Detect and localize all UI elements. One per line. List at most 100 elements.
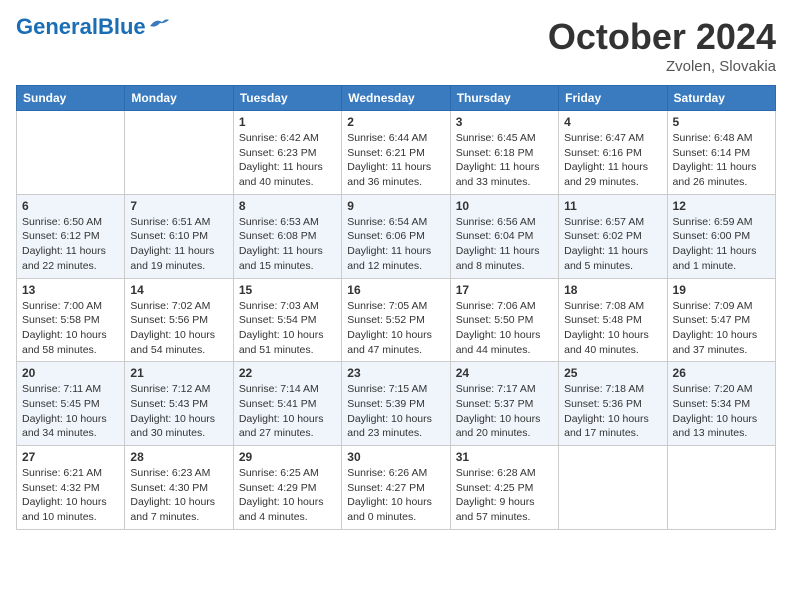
day-info: Sunrise: 7:15 AM Sunset: 5:39 PM Dayligh… (347, 382, 444, 441)
column-header-tuesday: Tuesday (233, 86, 341, 111)
day-info: Sunrise: 6:51 AM Sunset: 6:10 PM Dayligh… (130, 215, 227, 274)
day-number: 4 (564, 115, 661, 129)
day-number: 29 (239, 450, 336, 464)
calendar-cell: 17 Sunrise: 7:06 AM Sunset: 5:50 PM Dayli… (450, 278, 558, 362)
month-title: October 2024 (548, 16, 776, 58)
day-number: 13 (22, 283, 119, 297)
day-info: Sunrise: 7:18 AM Sunset: 5:36 PM Dayligh… (564, 382, 661, 441)
day-number: 3 (456, 115, 553, 129)
calendar-cell: 14 Sunrise: 7:02 AM Sunset: 5:56 PM Dayli… (125, 278, 233, 362)
calendar-week-row: 1 Sunrise: 6:42 AM Sunset: 6:23 PM Daylig… (17, 111, 776, 195)
day-info: Sunrise: 7:20 AM Sunset: 5:34 PM Dayligh… (673, 382, 770, 441)
calendar-cell (667, 446, 775, 530)
day-number: 18 (564, 283, 661, 297)
day-number: 7 (130, 199, 227, 213)
calendar-header-row: SundayMondayTuesdayWednesdayThursdayFrid… (17, 86, 776, 111)
calendar-cell: 27Sunrise: 6:21 AM Sunset: 4:32 PM Dayli… (17, 446, 125, 530)
calendar-cell: 29 Sunrise: 6:25 AM Sunset: 4:29 PM Dayli… (233, 446, 341, 530)
day-info: Sunrise: 7:03 AM Sunset: 5:54 PM Dayligh… (239, 299, 336, 358)
calendar-cell: 28 Sunrise: 6:23 AM Sunset: 4:30 PM Dayli… (125, 446, 233, 530)
day-info: Sunrise: 7:00 AM Sunset: 5:58 PM Dayligh… (22, 299, 119, 358)
day-number: 1 (239, 115, 336, 129)
column-header-sunday: Sunday (17, 86, 125, 111)
logo-bird-icon (148, 16, 170, 34)
day-info: Sunrise: 6:44 AM Sunset: 6:21 PM Dayligh… (347, 131, 444, 190)
day-info: Sunrise: 6:26 AM Sunset: 4:27 PM Dayligh… (347, 466, 444, 525)
calendar-cell: 16 Sunrise: 7:05 AM Sunset: 5:52 PM Dayli… (342, 278, 450, 362)
calendar-cell: 7 Sunrise: 6:51 AM Sunset: 6:10 PM Daylig… (125, 194, 233, 278)
day-info: Sunrise: 7:08 AM Sunset: 5:48 PM Dayligh… (564, 299, 661, 358)
day-info: Sunrise: 6:53 AM Sunset: 6:08 PM Dayligh… (239, 215, 336, 274)
day-number: 24 (456, 366, 553, 380)
day-info: Sunrise: 7:11 AM Sunset: 5:45 PM Dayligh… (22, 382, 119, 441)
day-number: 10 (456, 199, 553, 213)
calendar-cell: 30 Sunrise: 6:26 AM Sunset: 4:27 PM Dayli… (342, 446, 450, 530)
day-info: Sunrise: 7:06 AM Sunset: 5:50 PM Dayligh… (456, 299, 553, 358)
day-number: 26 (673, 366, 770, 380)
calendar-cell: 1 Sunrise: 6:42 AM Sunset: 6:23 PM Daylig… (233, 111, 341, 195)
day-info: Sunrise: 6:56 AM Sunset: 6:04 PM Dayligh… (456, 215, 553, 274)
calendar-cell: 13 Sunrise: 7:00 AM Sunset: 5:58 PM Dayli… (17, 278, 125, 362)
calendar-week-row: 27Sunrise: 6:21 AM Sunset: 4:32 PM Dayli… (17, 446, 776, 530)
calendar-cell: 3 Sunrise: 6:45 AM Sunset: 6:18 PM Daylig… (450, 111, 558, 195)
day-info: Sunrise: 6:28 AM Sunset: 4:25 PM Dayligh… (456, 466, 553, 525)
day-number: 19 (673, 283, 770, 297)
calendar-cell: 31 Sunrise: 6:28 AM Sunset: 4:25 PM Dayli… (450, 446, 558, 530)
calendar-cell: 5Sunrise: 6:48 AM Sunset: 6:14 PM Daylig… (667, 111, 775, 195)
calendar-cell: 2 Sunrise: 6:44 AM Sunset: 6:21 PM Daylig… (342, 111, 450, 195)
day-info: Sunrise: 7:12 AM Sunset: 5:43 PM Dayligh… (130, 382, 227, 441)
calendar-cell: 11Sunrise: 6:57 AM Sunset: 6:02 PM Dayli… (559, 194, 667, 278)
calendar-cell (17, 111, 125, 195)
day-number: 25 (564, 366, 661, 380)
calendar-cell: 24 Sunrise: 7:17 AM Sunset: 5:37 PM Dayli… (450, 362, 558, 446)
page-header: GeneralBlue October 2024 Zvolen, Slovaki… (16, 16, 776, 75)
day-info: Sunrise: 6:47 AM Sunset: 6:16 PM Dayligh… (564, 131, 661, 190)
day-number: 16 (347, 283, 444, 297)
day-info: Sunrise: 6:23 AM Sunset: 4:30 PM Dayligh… (130, 466, 227, 525)
day-info: Sunrise: 6:42 AM Sunset: 6:23 PM Dayligh… (239, 131, 336, 190)
day-info: Sunrise: 6:54 AM Sunset: 6:06 PM Dayligh… (347, 215, 444, 274)
day-number: 30 (347, 450, 444, 464)
day-number: 8 (239, 199, 336, 213)
calendar-cell: 8 Sunrise: 6:53 AM Sunset: 6:08 PM Daylig… (233, 194, 341, 278)
day-number: 31 (456, 450, 553, 464)
calendar-cell: 18 Sunrise: 7:08 AM Sunset: 5:48 PM Dayli… (559, 278, 667, 362)
calendar-cell: 22Sunrise: 7:14 AM Sunset: 5:41 PM Dayli… (233, 362, 341, 446)
day-number: 14 (130, 283, 227, 297)
title-section: October 2024 Zvolen, Slovakia (548, 16, 776, 75)
day-info: Sunrise: 6:21 AM Sunset: 4:32 PM Dayligh… (22, 466, 119, 525)
calendar-cell: 9 Sunrise: 6:54 AM Sunset: 6:06 PM Daylig… (342, 194, 450, 278)
day-number: 17 (456, 283, 553, 297)
day-number: 21 (130, 366, 227, 380)
day-number: 28 (130, 450, 227, 464)
calendar-cell: 4 Sunrise: 6:47 AM Sunset: 6:16 PM Daylig… (559, 111, 667, 195)
location: Zvolen, Slovakia (548, 58, 776, 75)
day-info: Sunrise: 6:57 AM Sunset: 6:02 PM Dayligh… (564, 215, 661, 274)
calendar-cell: 26 Sunrise: 7:20 AM Sunset: 5:34 PM Dayli… (667, 362, 775, 446)
column-header-friday: Friday (559, 86, 667, 111)
calendar-cell: 20 Sunrise: 7:11 AM Sunset: 5:45 PM Dayli… (17, 362, 125, 446)
calendar-cell: 21 Sunrise: 7:12 AM Sunset: 5:43 PM Dayli… (125, 362, 233, 446)
day-number: 9 (347, 199, 444, 213)
column-header-wednesday: Wednesday (342, 86, 450, 111)
day-number: 23 (347, 366, 444, 380)
day-info: Sunrise: 7:05 AM Sunset: 5:52 PM Dayligh… (347, 299, 444, 358)
logo-text: GeneralBlue (16, 16, 146, 38)
calendar-cell (559, 446, 667, 530)
day-info: Sunrise: 6:45 AM Sunset: 6:18 PM Dayligh… (456, 131, 553, 190)
logo: GeneralBlue (16, 16, 170, 38)
day-number: 2 (347, 115, 444, 129)
calendar-cell: 25 Sunrise: 7:18 AM Sunset: 5:36 PM Dayli… (559, 362, 667, 446)
calendar-cell: 15Sunrise: 7:03 AM Sunset: 5:54 PM Dayli… (233, 278, 341, 362)
day-number: 12 (673, 199, 770, 213)
day-info: Sunrise: 7:09 AM Sunset: 5:47 PM Dayligh… (673, 299, 770, 358)
day-number: 20 (22, 366, 119, 380)
day-info: Sunrise: 7:02 AM Sunset: 5:56 PM Dayligh… (130, 299, 227, 358)
day-info: Sunrise: 7:17 AM Sunset: 5:37 PM Dayligh… (456, 382, 553, 441)
day-info: Sunrise: 6:25 AM Sunset: 4:29 PM Dayligh… (239, 466, 336, 525)
calendar-week-row: 20 Sunrise: 7:11 AM Sunset: 5:45 PM Dayli… (17, 362, 776, 446)
calendar-cell (125, 111, 233, 195)
calendar-week-row: 6Sunrise: 6:50 AM Sunset: 6:12 PM Daylig… (17, 194, 776, 278)
calendar-cell: 6Sunrise: 6:50 AM Sunset: 6:12 PM Daylig… (17, 194, 125, 278)
calendar-table: SundayMondayTuesdayWednesdayThursdayFrid… (16, 85, 776, 530)
